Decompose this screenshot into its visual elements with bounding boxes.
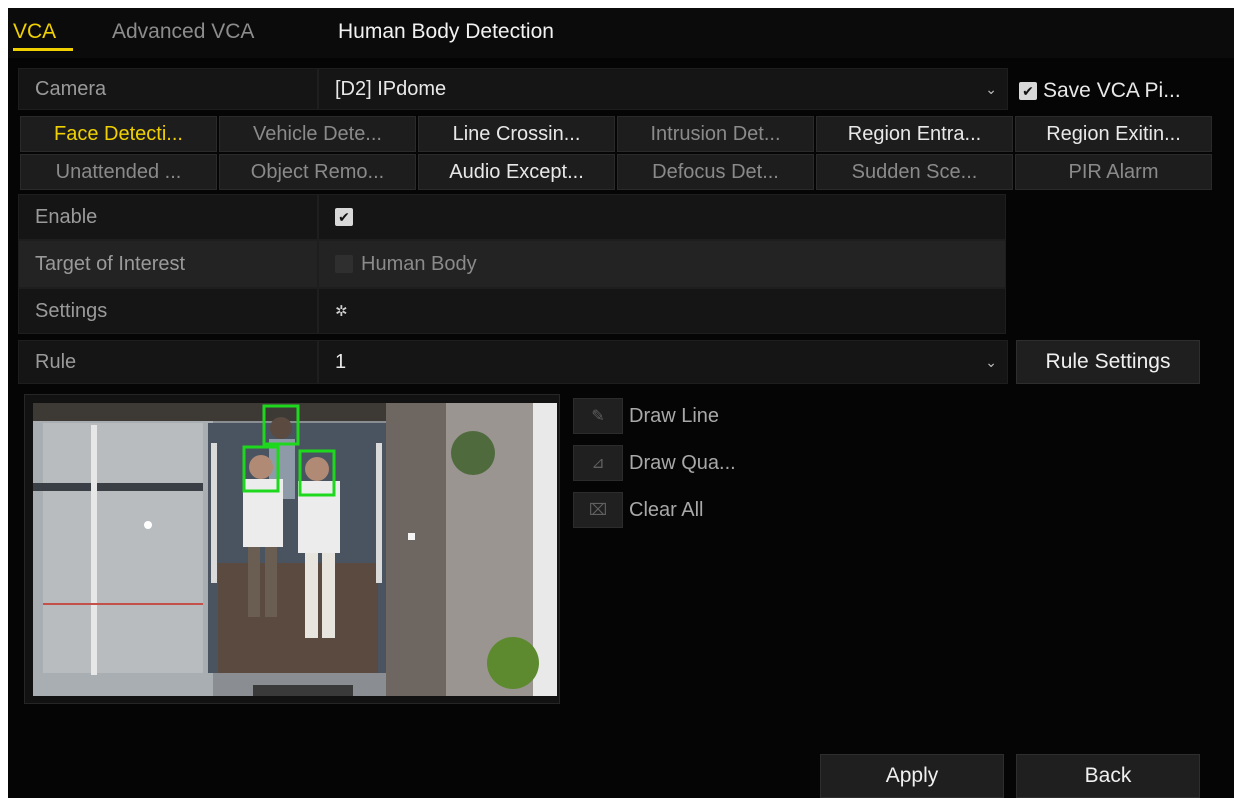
function-sudden-scene-change[interactable]: Sudden Sce... [816,154,1013,190]
gear-icon[interactable]: ✲ [335,302,348,320]
function-face-detection[interactable]: Face Detecti... [20,116,217,152]
tab-human-body-detection[interactable]: Human Body Detection [338,20,554,44]
target-label: Target of Interest [18,240,318,288]
function-line-crossing[interactable]: Line Crossin... [418,116,615,152]
save-vca-picture-label: Save VCA Pi... [1043,79,1181,102]
function-unattended-baggage[interactable]: Unattended ... [20,154,217,190]
settings-field: ✲ [318,288,1006,334]
rule-label-text: Rule [35,350,77,373]
clear-all-label: Clear All [629,498,704,521]
apply-button[interactable]: Apply [820,754,1004,798]
rule-settings-button[interactable]: Rule Settings [1016,340,1200,384]
quad-draw-icon: ⊿ [573,445,623,481]
chevron-down-icon: ⌄ [985,353,997,370]
video-preview-frame [24,394,560,704]
tab-vca[interactable]: VCA [13,20,56,44]
rule-label: Rule [18,340,318,384]
enable-checkbox[interactable]: ✔ [335,208,353,226]
function-object-removal[interactable]: Object Remo... [219,154,416,190]
draw-line-label: Draw Line [629,404,720,427]
vca-window: VCA Advanced VCA Human Body Detection Ca… [8,8,1234,798]
camera-scene-image [33,403,557,696]
target-field: Human Body [318,240,1006,288]
settings-label-text: Settings [35,299,108,322]
back-button[interactable]: Back [1016,754,1200,798]
live-video-preview[interactable] [33,403,557,696]
settings-label: Settings [18,288,318,334]
camera-label-text: Camera [35,77,107,100]
active-tab-indicator [13,48,73,51]
enable-label: Enable [18,194,318,240]
function-pir-alarm[interactable]: PIR Alarm [1015,154,1212,190]
camera-select[interactable]: [D2] IPdome ⌄ [318,68,1008,110]
camera-value: [D2] IPdome [335,77,447,100]
camera-label: Camera [18,68,318,110]
function-vehicle-detection[interactable]: Vehicle Dete... [219,116,416,152]
pencil-icon: ✎ [573,398,623,434]
draw-line-button[interactable]: ✎ Draw Line [573,398,719,434]
draw-quad-label: Draw Qua... [629,451,736,474]
function-defocus-detection[interactable]: Defocus Det... [617,154,814,190]
function-region-exiting[interactable]: Region Exitin... [1015,116,1212,152]
draw-quadrilateral-button[interactable]: ⊿ Draw Qua... [573,445,736,481]
rule-value: 1 [335,350,347,373]
function-intrusion-detection[interactable]: Intrusion Det... [617,116,814,152]
rule-select[interactable]: 1 ⌄ [318,340,1008,384]
function-region-entrance[interactable]: Region Entra... [816,116,1013,152]
chevron-down-icon: ⌄ [985,80,997,97]
target-label-text: Target of Interest [35,252,186,275]
function-audio-exception[interactable]: Audio Except... [418,154,615,190]
clear-icon: ⌧ [573,492,623,528]
clear-all-button[interactable]: ⌧ Clear All [573,492,703,528]
enable-field: ✔ [318,194,1006,240]
human-body-label: Human Body [361,252,477,275]
human-body-checkbox[interactable] [335,255,353,273]
enable-label-text: Enable [35,205,98,228]
tab-advanced-vca[interactable]: Advanced VCA [112,20,254,44]
save-vca-picture-checkbox[interactable]: ✔ Save VCA Pi... [1019,79,1181,103]
checkbox-icon: ✔ [1019,82,1037,100]
tab-bar: VCA Advanced VCA Human Body Detection [8,8,1234,58]
